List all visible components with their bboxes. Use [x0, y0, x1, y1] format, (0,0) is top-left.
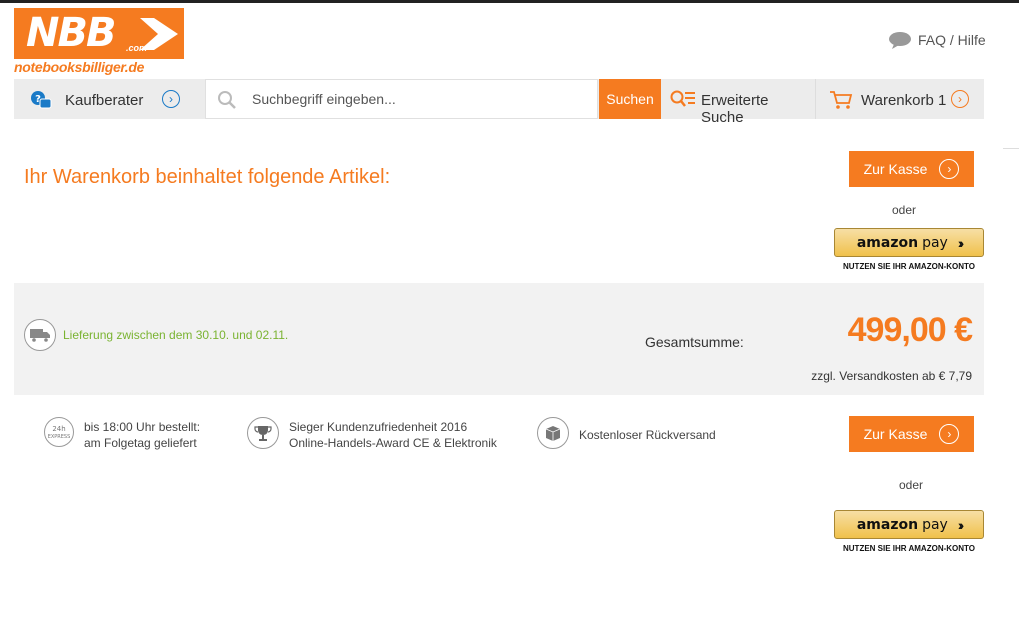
- cart-label: Warenkorb 1: [861, 92, 947, 109]
- logo-box: NBB .com: [14, 8, 184, 59]
- feature-line2: am Folgetag geliefert: [84, 436, 197, 450]
- checkout-button-top[interactable]: Zur Kasse ›: [849, 151, 974, 187]
- advanced-search-icon: [670, 90, 695, 107]
- amazon-brand: amazon: [856, 234, 919, 251]
- checkout-label: Zur Kasse: [863, 426, 928, 442]
- advanced-search-button[interactable]: Erweiterte Suche: [667, 79, 815, 126]
- search-box: [205, 79, 612, 119]
- feature-line2: Online-Handels-Award CE & Elektronik: [289, 436, 497, 450]
- chevron-right-icon: ›: [162, 90, 180, 108]
- search-input[interactable]: [242, 80, 612, 118]
- feature-line1: Kostenloser Rückversand: [579, 428, 716, 442]
- scrollbar[interactable]: [1003, 3, 1019, 618]
- chevron-right-icon: ›: [939, 424, 960, 444]
- chevron-right-icon: ›: [951, 90, 969, 108]
- feature-award: Sieger Kundenzufriedenheit 2016 Online-H…: [247, 417, 497, 451]
- delivery-estimate: Lieferung zwischen dem 30.10. und 02.11.: [63, 328, 289, 342]
- amazon-brand: amazon: [856, 516, 919, 533]
- shipping-note: zzgl. Versandkosten ab € 7,79: [811, 369, 972, 383]
- search-icon: [218, 91, 236, 109]
- amazon-pay-label: pay: [922, 234, 948, 251]
- chevron-right-icon: ›: [939, 159, 960, 179]
- faq-link[interactable]: FAQ / Hilfe: [888, 31, 986, 49]
- package-icon: [537, 417, 569, 449]
- truck-icon: [24, 319, 56, 351]
- checkout-label: Zur Kasse: [863, 161, 928, 177]
- feature-free-return: Kostenloser Rückversand: [537, 417, 716, 449]
- kaufberater-button[interactable]: ? Kaufberater ›: [14, 79, 204, 119]
- trophy-icon: [247, 417, 279, 449]
- amazon-pay-button-bottom[interactable]: amazon pay ››: [834, 510, 984, 539]
- site-logo[interactable]: NBB .com notebooksbilliger.de: [14, 8, 184, 78]
- 24h-express-icon: 24h EXPRESS: [44, 417, 74, 447]
- checkout-button-bottom[interactable]: Zur Kasse ›: [849, 416, 974, 452]
- amazon-note: NUTZEN SIE IHR AMAZON-KONTO: [843, 544, 975, 553]
- kaufberater-label: Kaufberater: [65, 92, 144, 109]
- feature-express: 24h EXPRESS bis 18:00 Uhr bestellt: am Fo…: [44, 417, 201, 451]
- total-price: 499,00 €: [847, 311, 973, 349]
- cart-button[interactable]: Warenkorb 1 ›: [815, 79, 985, 119]
- svg-text:24h: 24h: [52, 425, 65, 433]
- order-summary: Lieferung zwischen dem 30.10. und 02.11.…: [14, 283, 984, 395]
- logo-subtitle: notebooksbilliger.de: [14, 59, 145, 75]
- amazon-pay-button-top[interactable]: amazon pay ››: [834, 228, 984, 257]
- main-nav: ? Kaufberater › Suchen Erweiterte Suche …: [14, 79, 985, 126]
- total-label: Gesamtsumme:: [645, 334, 744, 350]
- logo-text: NBB: [26, 10, 116, 56]
- amazon-pay-label: pay: [922, 516, 948, 533]
- double-chevron-icon: ››: [957, 516, 965, 533]
- search-button[interactable]: Suchen: [599, 79, 661, 119]
- advanced-search-label: Erweiterte Suche: [701, 92, 769, 126]
- cart-icon: [830, 91, 853, 109]
- speech-bubble-icon: [889, 32, 911, 49]
- feature-line1: Sieger Kundenzufriedenheit 2016: [289, 420, 468, 434]
- logo-com: .com: [126, 43, 148, 53]
- scrollbar-divider: [1003, 148, 1019, 149]
- or-label: oder: [891, 203, 917, 217]
- amazon-note: NUTZEN SIE IHR AMAZON-KONTO: [843, 262, 975, 271]
- help-chat-icon: ?: [31, 91, 52, 109]
- page-title: Ihr Warenkorb beinhaltet folgende Artike…: [24, 166, 391, 188]
- top-border: [0, 0, 1019, 3]
- double-chevron-icon: ››: [957, 234, 965, 251]
- feature-line1: bis 18:00 Uhr bestellt:: [84, 420, 201, 434]
- or-label: oder: [898, 478, 924, 492]
- svg-text:EXPRESS: EXPRESS: [48, 434, 71, 440]
- faq-label: FAQ / Hilfe: [918, 32, 986, 48]
